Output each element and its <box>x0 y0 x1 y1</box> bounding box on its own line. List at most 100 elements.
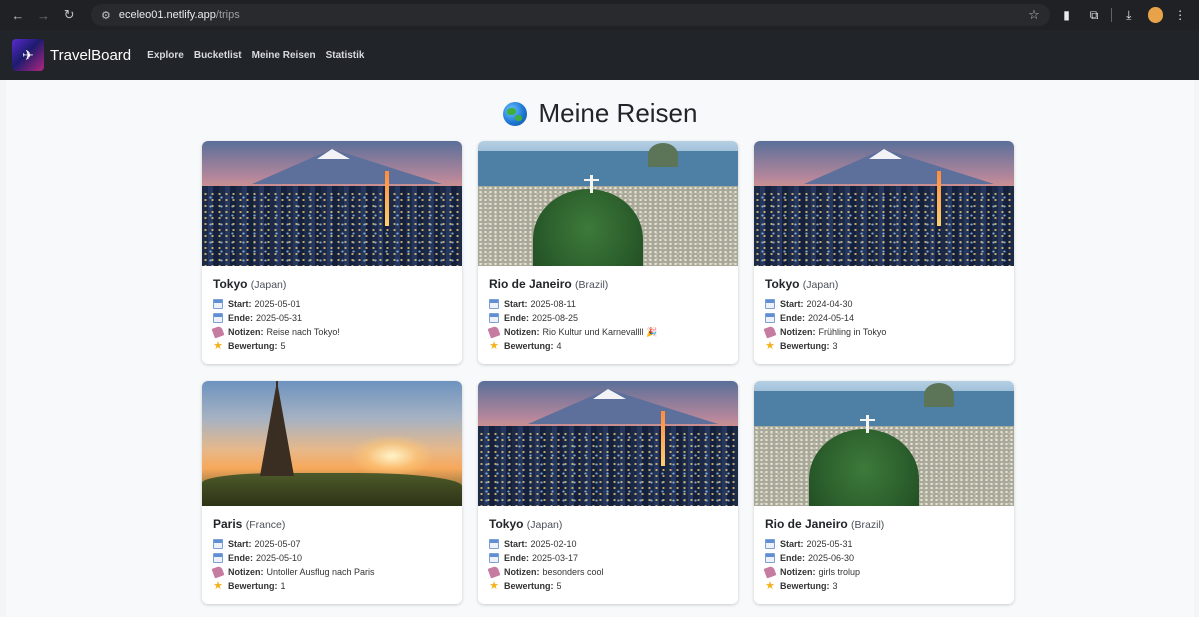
forward-icon[interactable]: → <box>34 5 54 25</box>
trip-card[interactable]: Tokyo (Japan) Start: 2024-04-30 Ende: 2024… <box>754 141 1014 364</box>
bookmark-star-icon[interactable]: ☆ <box>1028 7 1040 23</box>
trip-card[interactable]: Tokyo (Japan) Start: 2025-05-01 Ende: 2025… <box>202 141 462 364</box>
trip-end-row: Ende: 2025-05-31 <box>213 311 453 325</box>
tower-shape <box>937 171 941 226</box>
trip-notes: Untoller Ausflug nach Paris <box>266 567 375 577</box>
trip-notes: Frühling in Tokyo <box>818 327 887 337</box>
trip-title: Tokyo (Japan) <box>489 517 729 531</box>
trip-country: (France) <box>245 519 286 531</box>
reading-mode-icon[interactable]: ▮ <box>1056 5 1078 25</box>
rating-label: Bewertung: <box>504 341 554 351</box>
trip-end: 2025-08-25 <box>532 313 579 323</box>
tokyo-scene <box>754 141 1014 266</box>
reload-icon[interactable]: ↻ <box>59 5 79 25</box>
calendar-icon <box>489 553 499 563</box>
menu-icon[interactable]: ⋮ <box>1169 5 1191 25</box>
eiffel-tower-shape <box>260 381 294 476</box>
trip-start: 2025-05-07 <box>254 539 301 549</box>
statue-shape <box>584 175 599 193</box>
trip-start: 2025-02-10 <box>530 539 577 549</box>
address-bar[interactable]: ⚙ eceleo01.netlify.app/trips ☆ <box>90 4 1050 26</box>
trip-card-body: Rio de Janeiro (Brazil) Start: 2025-08-11… <box>487 277 729 353</box>
trip-city: Rio de Janeiro <box>765 517 848 531</box>
rio-scene <box>754 381 1014 506</box>
snowcap-shape <box>317 149 350 159</box>
tokyo-scene <box>202 141 462 266</box>
trip-card[interactable]: Paris (France) Start: 2025-05-07 Ende: 202… <box>202 381 462 604</box>
bay-shape <box>478 151 738 191</box>
trip-end: 2024-05-14 <box>808 313 855 323</box>
trip-rating: 1 <box>280 581 286 591</box>
site-info-icon[interactable]: ⚙ <box>101 9 111 22</box>
city-lights <box>478 431 738 506</box>
eiffel-tower-spire <box>276 381 278 391</box>
trip-city: Paris <box>213 517 243 531</box>
rating-label: Bewertung: <box>780 581 830 591</box>
back-icon[interactable]: ← <box>8 5 28 25</box>
nav-link-explore[interactable]: Explore <box>147 50 184 61</box>
sugarloaf-shape <box>648 143 678 167</box>
main-content: Meine Reisen Tokyo (Japan) Start: 2025-05… <box>6 80 1194 617</box>
trip-end: 2025-05-31 <box>256 313 303 323</box>
trip-start: 2025-05-01 <box>254 299 301 309</box>
trip-card[interactable]: Tokyo (Japan) Start: 2025-02-10 Ende: 2025… <box>478 381 738 604</box>
brand-logo[interactable]: ✈ <box>12 39 44 71</box>
note-icon <box>211 325 225 339</box>
trip-card-body: Rio de Janeiro (Brazil) Start: 2025-05-31… <box>763 517 1005 593</box>
trip-grid: Tokyo (Japan) Start: 2025-05-01 Ende: 2025… <box>202 141 1015 604</box>
statue-shape <box>860 415 875 433</box>
trip-rating: 5 <box>280 341 286 351</box>
trees-shape <box>202 473 462 506</box>
star-icon: ★ <box>765 580 775 592</box>
trip-start-row: Start: 2024-04-30 <box>765 297 1005 311</box>
nav-link-meine-reisen[interactable]: Meine Reisen <box>252 50 316 61</box>
profile-avatar[interactable] <box>1147 7 1164 23</box>
paris-scene <box>202 381 462 506</box>
download-icon[interactable]: ⤓ <box>1118 5 1140 25</box>
trip-start-row: Start: 2025-05-31 <box>765 537 1005 551</box>
tower-shape <box>661 411 665 466</box>
trip-start-row: Start: 2025-05-01 <box>213 297 453 311</box>
notes-label: Notizen: <box>780 327 816 337</box>
note-icon <box>763 325 777 339</box>
city-lights <box>202 191 462 266</box>
trip-notes: girls trolup <box>818 567 861 577</box>
trip-end-row: Ende: 2025-08-25 <box>489 311 729 325</box>
notes-label: Notizen: <box>780 567 816 577</box>
extensions-icon[interactable]: ⧉ <box>1083 5 1105 25</box>
trip-card[interactable]: Rio de Janeiro (Brazil) Start: 2025-05-31… <box>754 381 1014 604</box>
sunset-glow <box>352 436 432 476</box>
snowcap-shape <box>869 149 902 159</box>
rio-scene <box>478 141 738 266</box>
brand-name[interactable]: TravelBoard <box>50 47 131 64</box>
rating-label: Bewertung: <box>228 581 278 591</box>
trip-end-row: Ende: 2025-06-30 <box>765 551 1005 565</box>
start-label: Start: <box>504 539 528 549</box>
trip-image <box>478 381 738 506</box>
trip-title: Tokyo (Japan) <box>213 277 453 291</box>
trip-title: Rio de Janeiro (Brazil) <box>489 277 729 291</box>
trip-city: Rio de Janeiro <box>489 277 572 291</box>
nav-link-bucketlist[interactable]: Bucketlist <box>194 50 242 61</box>
trip-card[interactable]: Rio de Janeiro (Brazil) Start: 2025-08-11… <box>478 141 738 364</box>
tokyo-scene <box>478 381 738 506</box>
calendar-icon <box>213 299 223 309</box>
start-label: Start: <box>780 299 804 309</box>
trip-notes-row: Notizen: Rio Kultur und Karnevallll 🎉 <box>487 325 729 339</box>
trip-start: 2024-04-30 <box>806 299 853 309</box>
nav-link-statistik[interactable]: Statistik <box>326 50 365 61</box>
trip-notes-row: Notizen: besonders cool <box>487 565 729 579</box>
trip-rating: 3 <box>832 341 838 351</box>
trip-notes-row: Notizen: girls trolup <box>763 565 1005 579</box>
trip-end: 2025-03-17 <box>532 553 579 563</box>
trip-rating: 4 <box>556 341 562 351</box>
note-icon <box>487 565 501 579</box>
end-label: Ende: <box>780 313 806 323</box>
note-icon <box>211 565 225 579</box>
trip-country: (Japan) <box>526 519 563 531</box>
trip-start: 2025-05-31 <box>806 539 853 549</box>
calendar-icon <box>213 553 223 563</box>
calendar-icon <box>765 299 775 309</box>
calendar-icon <box>765 553 775 563</box>
note-icon <box>487 325 501 339</box>
